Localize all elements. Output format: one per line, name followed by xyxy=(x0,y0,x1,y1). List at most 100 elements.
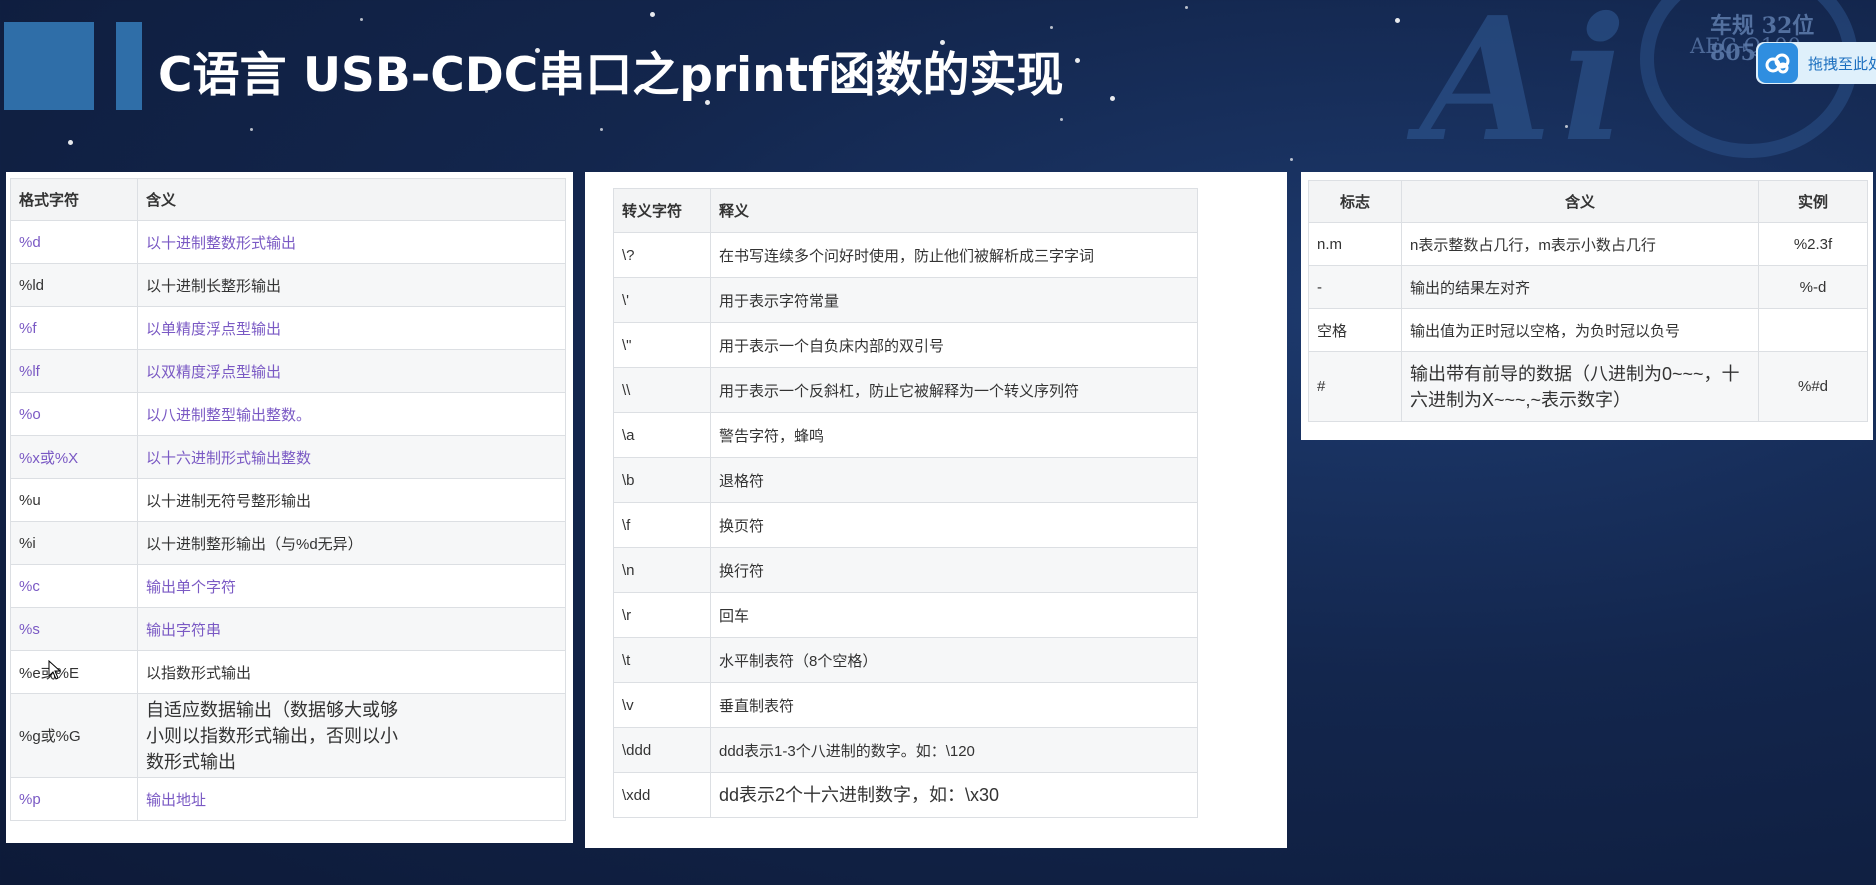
format-spec-cell: %s xyxy=(10,607,138,651)
table-row: %ld 以十进制长整形输出 xyxy=(10,263,566,307)
table-row: %i 以十进制整形输出（与%d无异） xyxy=(10,521,566,565)
escape-meaning-cell: 用于表示一个反斜杠，防止它被解释为一个转义序列符 xyxy=(710,367,1198,413)
escape-meaning-cell: 换页符 xyxy=(710,502,1198,548)
flags-meaning-cell: 输出带有前导的数据（八进制为0~~~，十六进制为X~~~,~表示数字） xyxy=(1401,351,1759,422)
flags-flag-cell: 空格 xyxy=(1308,308,1402,352)
table-row: %e或%E以指数形式输出 xyxy=(10,650,566,694)
format-meaning-cell: 以双精度浮点型输出 xyxy=(137,349,566,393)
table-row: \? 在书写连续多个问好时使用，防止他们被解析成三字字词 xyxy=(613,232,1198,278)
table-row: \f 换页符 xyxy=(613,502,1198,548)
format-spec-cell: %lf xyxy=(10,349,138,393)
format-spec-cell: %e或%E xyxy=(10,650,138,694)
format-meaning-cell: 自适应数据输出（数据够大或够小则以指数形式输出，否则以小数形式输出 xyxy=(137,693,566,778)
flags-meaning-cell: n表示整数占几行，m表示小数占几行 xyxy=(1401,222,1759,266)
format-spec-cell: %ld xyxy=(10,263,138,307)
flags-table: 标志 含义 实例 n.m n表示整数占几行，m表示小数占几行 %2.3f - 输出的结果… xyxy=(1308,180,1868,422)
format-meaning-cell: 以十进制无符号整形输出 xyxy=(137,478,566,522)
table-row: \" 用于表示一个自负床内部的双引号 xyxy=(613,322,1198,368)
escape-char-cell: \ddd xyxy=(613,727,711,773)
escape-header-char: 转义字符 xyxy=(613,188,711,233)
escape-meaning-cell: dd表示2个十六进制数字，如：\x30 xyxy=(710,772,1198,818)
escape-char-cell: \r xyxy=(613,592,711,638)
escape-char-cell: \n xyxy=(613,547,711,593)
logo-brand: Ai xyxy=(1420,0,1637,180)
drag-upload-badge[interactable]: 拖拽至此处 xyxy=(1756,42,1876,84)
format-meaning-cell: 以十进制长整形输出 xyxy=(137,263,566,307)
format-meaning-cell: 以十进制整数形式输出 xyxy=(137,220,566,264)
table-row: %c 输出单个字符 xyxy=(10,564,566,608)
format-header-spec: 格式字符 xyxy=(10,178,138,221)
flags-panel: 标志 含义 实例 n.m n表示整数占几行，m表示小数占几行 %2.3f - 输出的结果… xyxy=(1301,172,1873,440)
table-row: %lf 以双精度浮点型输出 xyxy=(10,349,566,393)
escape-meaning-cell: 用于表示字符常量 xyxy=(710,277,1198,323)
format-spec-cell: %d xyxy=(10,220,138,264)
flags-flag-cell: - xyxy=(1308,265,1402,309)
flags-header-meaning: 含义 xyxy=(1401,180,1759,223)
flags-flag-cell: n.m xyxy=(1308,222,1402,266)
table-row: \ddd ddd表示1-3个八进制的数字。如：\120 xyxy=(613,727,1198,773)
format-spec-cell: %u xyxy=(10,478,138,522)
format-table: 格式字符 含义 %d 以十进制整数形式输出 %ld 以十进制长整形输出 %f 以单精度浮点… xyxy=(10,178,566,821)
flags-flag-cell: # xyxy=(1308,351,1402,422)
escape-char-cell: \b xyxy=(613,457,711,503)
format-spec-cell: %o xyxy=(10,392,138,436)
escape-meaning-cell: 换行符 xyxy=(710,547,1198,593)
escape-char-cell: \\ xyxy=(613,367,711,413)
table-row: \a 警告字符，蜂鸣 xyxy=(613,412,1198,458)
format-spec-cell: %c xyxy=(10,564,138,608)
table-row: \b 退格符 xyxy=(613,457,1198,503)
format-meaning-cell: 以指数形式输出 xyxy=(137,650,566,694)
table-row: %u 以十进制无符号整形输出 xyxy=(10,478,566,522)
escape-header-meaning: 释义 xyxy=(710,188,1198,233)
table-row: %p 输出地址 xyxy=(10,777,566,821)
escape-char-cell: \v xyxy=(613,682,711,728)
escape-meaning-cell: 垂直制表符 xyxy=(710,682,1198,728)
table-row: %d 以十进制整数形式输出 xyxy=(10,220,566,264)
table-row: \' 用于表示字符常量 xyxy=(613,277,1198,323)
table-row: \xdd dd表示2个十六进制数字，如：\x30 xyxy=(613,772,1198,818)
flags-header-flag: 标志 xyxy=(1308,180,1402,223)
escape-meaning-cell: 在书写连续多个问好时使用，防止他们被解析成三字字词 xyxy=(710,232,1198,278)
format-meaning-cell: 以十进制整形输出（与%d无异） xyxy=(137,521,566,565)
escape-meaning-cell: 回车 xyxy=(710,592,1198,638)
badge-label: 拖拽至此处 xyxy=(1808,54,1876,73)
flags-meaning-cell: 输出的结果左对齐 xyxy=(1401,265,1759,309)
table-row: - 输出的结果左对齐 %-d xyxy=(1308,265,1868,309)
format-spec-cell: %f xyxy=(10,306,138,350)
format-meaning-cell: 以八进制整型输出整数。 xyxy=(137,392,566,436)
format-spec-cell: %p xyxy=(10,777,138,821)
table-row: %s 输出字符串 xyxy=(10,607,566,651)
escape-char-cell: \a xyxy=(613,412,711,458)
escape-char-cell: \" xyxy=(613,322,711,368)
table-row: 空格 输出值为正时冠以空格，为负时冠以负号 xyxy=(1308,308,1868,352)
escape-char-cell: \? xyxy=(613,232,711,278)
table-row: %x或%X 以十六进制形式输出整数 xyxy=(10,435,566,479)
escape-meaning-cell: 用于表示一个自负床内部的双引号 xyxy=(710,322,1198,368)
flags-example-cell: %2.3f xyxy=(1758,222,1868,266)
escape-char-cell: \f xyxy=(613,502,711,548)
table-row: n.m n表示整数占几行，m表示小数占几行 %2.3f xyxy=(1308,222,1868,266)
flags-header-example: 实例 xyxy=(1758,180,1868,223)
escape-meaning-cell: 退格符 xyxy=(710,457,1198,503)
format-meaning-cell: 输出地址 xyxy=(137,777,566,821)
escape-table: 转义字符 释义 \? 在书写连续多个问好时使用，防止他们被解析成三字字词 \' 用于表… xyxy=(613,188,1198,818)
escape-meaning-cell: 水平制表符（8个空格） xyxy=(710,637,1198,683)
escape-panel: 转义字符 释义 \? 在书写连续多个问好时使用，防止他们被解析成三字字词 \' 用于表… xyxy=(585,172,1287,848)
header-decor-block xyxy=(4,22,94,110)
format-meaning-cell: 输出字符串 xyxy=(137,607,566,651)
page-title: C语言 USB-CDC串口之printf函数的实现 xyxy=(158,48,1064,103)
format-meaning-cell: 输出单个字符 xyxy=(137,564,566,608)
escape-char-cell: \xdd xyxy=(613,772,711,818)
table-row: %f 以单精度浮点型输出 xyxy=(10,306,566,350)
escape-char-cell: \' xyxy=(613,277,711,323)
format-panel: 格式字符 含义 %d 以十进制整数形式输出 %ld 以十进制长整形输出 %f 以单精度浮点… xyxy=(6,172,573,843)
cloud-icon xyxy=(1758,43,1798,83)
table-row: \n 换行符 xyxy=(613,547,1198,593)
table-row: \v 垂直制表符 xyxy=(613,682,1198,728)
format-spec-cell: %g或%G xyxy=(10,693,138,778)
format-spec-cell: %i xyxy=(10,521,138,565)
table-row: # 输出带有前导的数据（八进制为0~~~，十六进制为X~~~,~表示数字） %#d xyxy=(1308,351,1868,422)
escape-meaning-cell: ddd表示1-3个八进制的数字。如：\120 xyxy=(710,727,1198,773)
table-row: \t 水平制表符（8个空格） xyxy=(613,637,1198,683)
flags-example-cell xyxy=(1758,308,1868,352)
